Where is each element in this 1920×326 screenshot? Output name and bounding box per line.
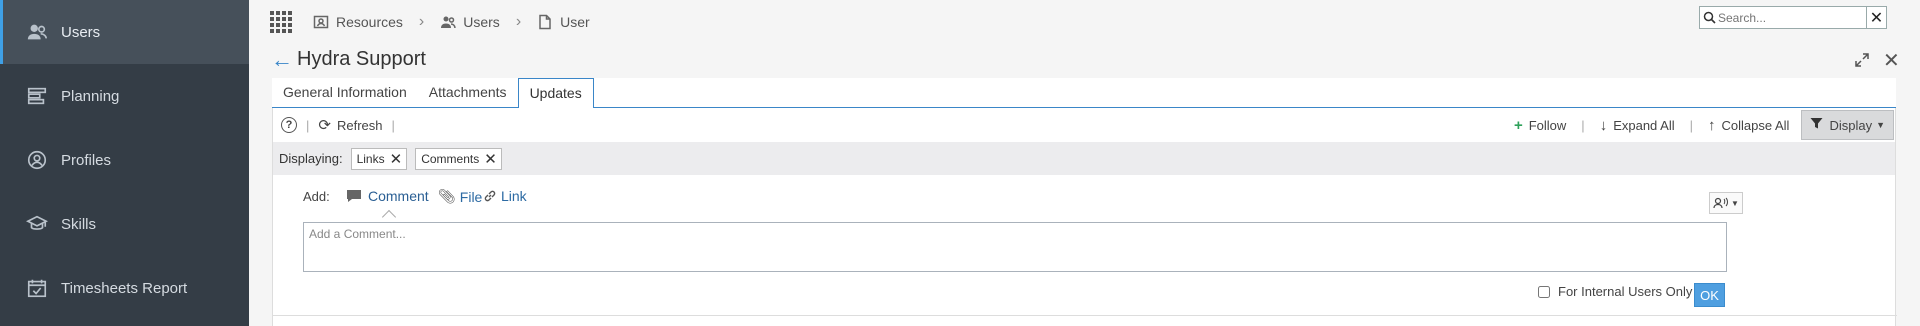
toolbar-divider: | bbox=[306, 117, 310, 133]
displaying-label: Displaying: bbox=[279, 151, 343, 166]
toolbar-divider: | bbox=[1689, 117, 1694, 133]
back-arrow-icon[interactable]: ← bbox=[271, 49, 293, 71]
help-icon[interactable]: ? bbox=[281, 117, 297, 133]
expand-all-button[interactable]: ↓ Expand All bbox=[1600, 117, 1675, 134]
sidebar-item-planning[interactable]: Planning bbox=[0, 64, 249, 128]
sidebar-item-skills[interactable]: Skills bbox=[0, 192, 249, 256]
chevron-right-icon: › bbox=[515, 13, 522, 30]
users-icon bbox=[441, 16, 456, 29]
tab-general-information[interactable]: General Information bbox=[272, 78, 418, 107]
sidebar-item-label: Profiles bbox=[61, 151, 112, 169]
top-bar: Resources › Users › User ✕ bbox=[249, 0, 1920, 44]
display-button[interactable]: Display ▼ bbox=[1801, 110, 1894, 140]
refresh-icon: ⟳ bbox=[318, 117, 331, 134]
internal-users-option[interactable]: For Internal Users Only bbox=[1538, 284, 1692, 299]
ok-button[interactable]: OK bbox=[1694, 283, 1725, 307]
sidebar-item-label: Planning bbox=[61, 87, 120, 105]
profile-icon bbox=[25, 148, 49, 172]
document-icon bbox=[539, 14, 551, 30]
arrow-down-icon: ↓ bbox=[1599, 116, 1608, 134]
internal-users-checkbox[interactable] bbox=[1538, 285, 1550, 298]
toolbar-divider: | bbox=[1581, 117, 1585, 133]
sidebar-item-label: Timesheets Report bbox=[61, 279, 188, 297]
title-row: ← Hydra Support ✕ bbox=[249, 46, 1920, 76]
expand-icon[interactable] bbox=[1854, 52, 1870, 71]
tab-attachments[interactable]: Attachments bbox=[418, 78, 518, 107]
comment-textarea[interactable] bbox=[303, 222, 1727, 272]
sidebar: Users Planning Profiles Skills Timesheet… bbox=[0, 0, 249, 326]
apps-grid-icon[interactable] bbox=[270, 11, 292, 33]
plus-icon: + bbox=[1513, 116, 1523, 134]
resources-icon bbox=[313, 15, 329, 29]
link-icon bbox=[484, 190, 496, 202]
remove-chip-icon[interactable]: ✕ bbox=[484, 150, 497, 168]
sidebar-item-users[interactable]: Users bbox=[0, 0, 249, 64]
breadcrumb-users[interactable]: Users bbox=[440, 14, 500, 30]
add-file-button[interactable]: 📎︎ File bbox=[438, 188, 482, 205]
remove-chip-icon[interactable]: ✕ bbox=[390, 150, 403, 168]
toolbar-divider: | bbox=[391, 117, 395, 133]
search-icon bbox=[1700, 11, 1718, 24]
sidebar-item-label: Skills bbox=[61, 215, 97, 233]
collapse-all-button[interactable]: ↑ Collapse All bbox=[1708, 117, 1789, 134]
sidebar-item-profiles[interactable]: Profiles bbox=[0, 128, 249, 192]
arrow-up-icon: ↑ bbox=[1708, 116, 1716, 134]
breadcrumb-user[interactable]: User bbox=[537, 14, 590, 30]
filter-chip-comments: Comments ✕ bbox=[415, 147, 502, 170]
planning-icon bbox=[25, 84, 49, 108]
main-area: Resources › Users › User ✕ ← Hydra Suppo… bbox=[249, 0, 1920, 326]
close-icon[interactable]: ✕ bbox=[1883, 48, 1900, 73]
add-row: Add: Comment 📎︎ File Link ▼ bbox=[273, 184, 1897, 225]
divider bbox=[273, 315, 1897, 316]
refresh-button[interactable]: ⟳ Refresh bbox=[318, 116, 382, 134]
audience-dropdown[interactable]: ▼ bbox=[1709, 192, 1743, 214]
follow-button[interactable]: + Follow bbox=[1514, 117, 1566, 134]
search-box: ✕ bbox=[1699, 6, 1887, 29]
paperclip-icon: 📎︎ bbox=[438, 188, 456, 204]
add-link-button[interactable]: Link bbox=[483, 188, 527, 204]
sidebar-item-label: Users bbox=[61, 23, 101, 41]
updates-toolbar: ? | ⟳ Refresh | + Follow | ↓ Expand All … bbox=[273, 108, 1895, 142]
audience-icon bbox=[1713, 197, 1729, 209]
chevron-right-icon: › bbox=[418, 13, 425, 30]
filter-icon bbox=[1810, 117, 1823, 134]
displaying-bar: Displaying: Links ✕ Comments ✕ bbox=[273, 142, 1895, 175]
sidebar-item-timesheets-report[interactable]: Timesheets Report bbox=[0, 256, 249, 320]
users-icon bbox=[25, 20, 49, 44]
comment-icon bbox=[347, 190, 361, 202]
tab-updates[interactable]: Updates bbox=[517, 78, 594, 109]
breadcrumb-resources[interactable]: Resources bbox=[313, 14, 403, 30]
search-input[interactable] bbox=[1718, 10, 1866, 25]
search-clear-button[interactable]: ✕ bbox=[1866, 7, 1886, 28]
skills-icon bbox=[25, 212, 49, 236]
toolbar-right: + Follow | ↓ Expand All | ↑ Collapse All bbox=[1508, 108, 1895, 142]
caret-down-icon: ▼ bbox=[1876, 120, 1885, 130]
tab-bar: General Information Attachments Updates bbox=[272, 78, 1896, 109]
filter-chip-links: Links ✕ bbox=[350, 147, 408, 170]
calendar-check-icon bbox=[25, 276, 49, 300]
add-comment-button[interactable]: Comment bbox=[346, 188, 429, 204]
add-label: Add: bbox=[303, 189, 330, 204]
page-title: Hydra Support bbox=[297, 48, 426, 70]
updates-panel: ? | ⟳ Refresh | + Follow | ↓ Expand All … bbox=[272, 108, 1897, 326]
caret-down-icon: ▼ bbox=[1731, 198, 1739, 208]
breadcrumb: Resources › Users › User bbox=[313, 13, 590, 31]
